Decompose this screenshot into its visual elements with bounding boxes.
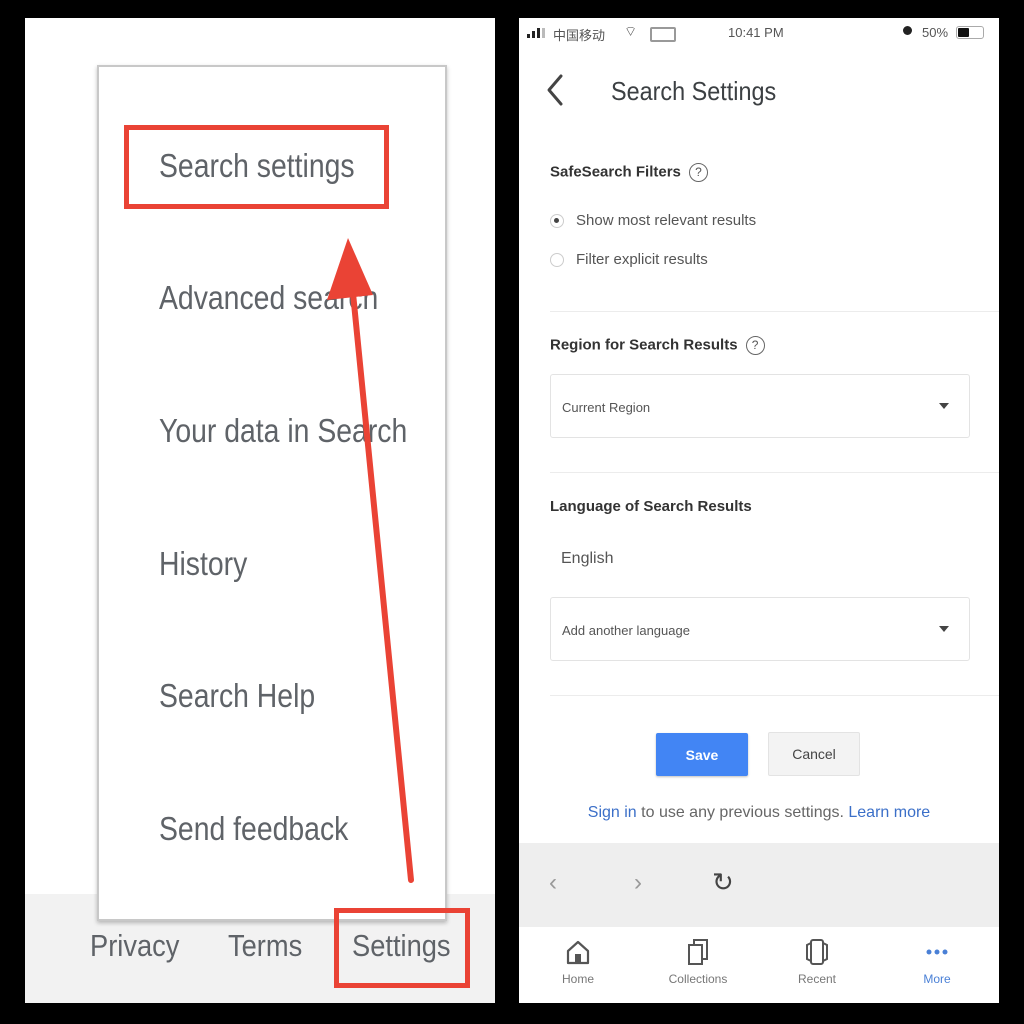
radio-button-checked[interactable] [550, 213, 564, 228]
menu-item-search-help[interactable]: Search Help [159, 677, 315, 715]
current-language: English [561, 550, 614, 567]
bottom-tab-bar: Home Collections Recent More [519, 927, 999, 1003]
sign-in-link[interactable]: Sign in [588, 804, 637, 821]
add-language-placeholder: Add another language [562, 623, 690, 638]
radio-label: Filter explicit results [576, 251, 708, 268]
section-divider [550, 311, 999, 312]
tab-recent[interactable]: Recent [767, 935, 867, 986]
menu-item-send-feedback[interactable]: Send feedback [159, 810, 348, 848]
browser-back-icon[interactable]: ‹ [549, 869, 557, 897]
highlight-box-settings [334, 908, 470, 988]
tab-more[interactable]: More [887, 935, 987, 986]
header: Search Settings [519, 66, 999, 116]
radio-filter-explicit[interactable]: Filter explicit results [550, 251, 708, 268]
save-button[interactable]: Save [656, 733, 748, 776]
signal-icon [527, 28, 545, 38]
status-bar: 中国移动 ⌔ 10:41 PM 50% [519, 18, 999, 48]
signin-message: Sign in to use any previous settings. Le… [519, 804, 999, 822]
tab-label: Collections [668, 972, 728, 986]
radio-button-unchecked[interactable] [550, 252, 564, 267]
recent-icon [806, 939, 828, 965]
tab-home[interactable]: Home [528, 935, 628, 986]
home-icon [566, 940, 590, 965]
add-language-select[interactable]: Add another language [550, 597, 970, 661]
page-title: Search Settings [611, 76, 777, 106]
region-select-value: Current Region [562, 400, 651, 415]
tab-label: Home [561, 972, 594, 986]
region-section-title: Region for Search Results? [550, 336, 765, 355]
wifi-icon: ⌔ [624, 23, 638, 39]
tab-label: More [923, 972, 951, 986]
section-divider [550, 472, 999, 473]
menu-item-advanced-search[interactable]: Advanced search [159, 279, 378, 317]
radio-label: Show most relevant results [576, 212, 757, 229]
footer-link-terms[interactable]: Terms [228, 928, 302, 964]
safesearch-section-title: SafeSearch Filters? [550, 163, 708, 182]
carrier-name: 中国移动 [553, 28, 606, 43]
highlight-box-search-settings [124, 125, 389, 209]
tab-label: Recent [797, 972, 837, 986]
region-select[interactable]: Current Region [550, 374, 970, 438]
help-icon[interactable]: ? [745, 336, 765, 355]
footer-link-privacy[interactable]: Privacy [90, 928, 179, 964]
menu-item-history[interactable]: History [159, 545, 247, 583]
collections-icon [688, 939, 708, 965]
battery-icon [956, 26, 984, 39]
browser-toolbar: ‹ › ↻ [519, 843, 999, 927]
back-arrow-icon[interactable] [541, 72, 571, 108]
battery-fill [958, 28, 969, 37]
language-section-title: Language of Search Results [550, 498, 752, 515]
vpn-icon [650, 27, 676, 42]
dropdown-caret-icon [939, 403, 949, 409]
help-icon[interactable]: ? [688, 163, 708, 182]
learn-more-link[interactable]: Learn more [848, 804, 930, 821]
reload-icon[interactable]: ↻ [712, 867, 734, 898]
region-title-text: Region for Search Results [550, 336, 738, 354]
browser-forward-icon[interactable]: › [634, 869, 642, 897]
radio-show-most-relevant[interactable]: Show most relevant results [550, 212, 756, 229]
safesearch-title-text: SafeSearch Filters [550, 163, 681, 181]
battery-percent: 50% [922, 25, 949, 40]
signin-text: to use any previous settings. [636, 804, 849, 821]
tab-collections[interactable]: Collections [648, 935, 748, 986]
dropdown-caret-icon [939, 626, 949, 632]
left-panel-google-footer-menu: Search settings Advanced search Your dat… [25, 18, 495, 1003]
cancel-button[interactable]: Cancel [768, 732, 860, 776]
section-divider [550, 695, 999, 696]
menu-item-your-data[interactable]: Your data in Search [159, 412, 407, 450]
more-icon [926, 949, 948, 955]
mobile-search-settings-screen: 中国移动 ⌔ 10:41 PM 50% Search Settings Safe… [519, 18, 999, 1003]
status-time: 10:41 PM [728, 25, 784, 40]
orientation-lock-icon [903, 26, 912, 35]
